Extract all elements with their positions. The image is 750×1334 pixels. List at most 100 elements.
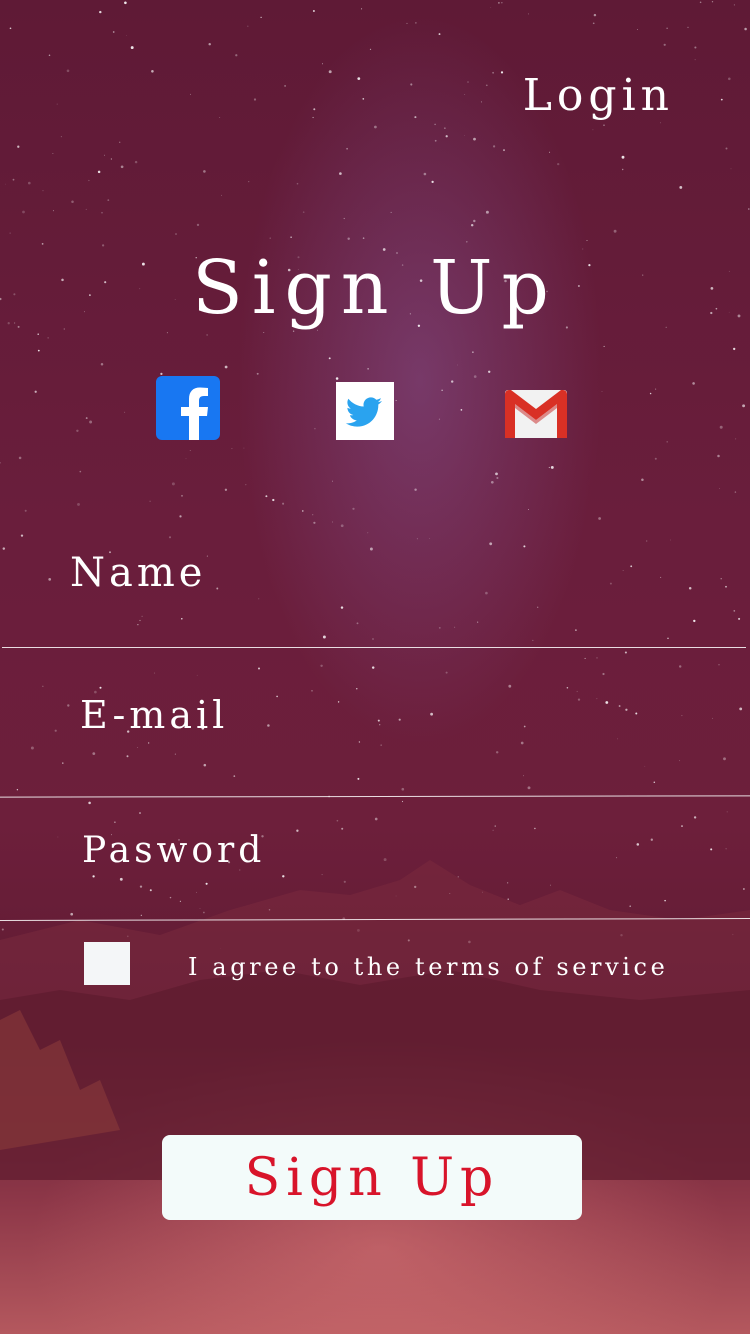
star: [314, 427, 316, 430]
star: [339, 172, 342, 175]
star: [434, 139, 437, 142]
star: [47, 337, 49, 339]
star: [480, 101, 482, 103]
star: [85, 417, 88, 420]
star: [130, 46, 134, 50]
star: [621, 168, 624, 171]
star: [335, 377, 339, 380]
star: [9, 232, 11, 234]
star: [56, 103, 58, 105]
star: [112, 31, 115, 33]
star: [445, 135, 448, 138]
terms-label: I agree to the terms of service: [188, 953, 669, 981]
star: [434, 123, 436, 126]
star: [166, 332, 168, 334]
star: [470, 223, 474, 227]
star: [395, 400, 397, 401]
star: [221, 194, 223, 196]
star: [224, 365, 228, 369]
star: [734, 491, 737, 493]
star: [490, 6, 492, 8]
star: [503, 149, 505, 152]
star: [414, 116, 417, 119]
twitter-button[interactable]: [336, 382, 394, 440]
star: [134, 160, 138, 164]
star: [733, 4, 735, 6]
star: [151, 70, 154, 73]
star: [37, 349, 40, 352]
star: [694, 46, 697, 49]
star: [104, 154, 105, 156]
star: [269, 237, 271, 239]
star: [586, 240, 588, 242]
name-label: Name: [70, 550, 207, 596]
signup-button[interactable]: Sign Up: [162, 1135, 582, 1220]
star: [450, 380, 454, 383]
login-link[interactable]: Login: [523, 70, 674, 121]
star: [77, 502, 80, 506]
star: [666, 27, 668, 29]
star: [85, 208, 87, 210]
star: [185, 458, 187, 460]
star: [719, 488, 720, 490]
star: [549, 151, 551, 153]
star: [527, 508, 529, 510]
star: [636, 29, 638, 30]
star: [110, 158, 113, 160]
star: [495, 472, 498, 476]
star: [312, 10, 315, 12]
star: [699, 1, 702, 4]
star: [149, 500, 151, 502]
star: [485, 210, 489, 214]
gmail-icon: [505, 390, 567, 438]
star: [730, 168, 732, 170]
star: [357, 77, 361, 80]
star: [52, 152, 54, 154]
star: [265, 495, 268, 498]
star: [282, 502, 285, 505]
star: [692, 382, 695, 385]
star: [472, 351, 474, 353]
star: [666, 441, 668, 443]
star: [245, 484, 247, 486]
star: [500, 71, 504, 74]
star: [52, 210, 54, 212]
star: [592, 129, 594, 131]
star: [328, 357, 331, 360]
star: [473, 375, 477, 378]
star: [465, 240, 468, 243]
star: [492, 71, 494, 74]
page-title: Sign Up: [192, 245, 558, 331]
star: [101, 211, 103, 214]
star: [313, 108, 316, 111]
star: [37, 333, 39, 335]
star: [231, 448, 233, 450]
star: [120, 165, 124, 169]
star: [473, 219, 476, 223]
facebook-button[interactable]: [156, 376, 220, 440]
star: [253, 98, 257, 101]
star: [247, 25, 249, 27]
star: [728, 77, 731, 81]
star: [369, 48, 372, 51]
facebook-icon: [156, 376, 220, 440]
star: [679, 185, 683, 189]
star: [603, 345, 605, 347]
star: [406, 22, 408, 24]
star: [498, 2, 500, 4]
star: [48, 54, 51, 57]
star: [441, 389, 443, 391]
password-label: Pasword: [82, 830, 266, 871]
star: [735, 438, 737, 440]
star: [256, 372, 259, 375]
email-label: E-mail: [80, 693, 229, 737]
star: [243, 447, 245, 449]
star: [663, 43, 666, 46]
terms-checkbox[interactable]: [84, 942, 130, 985]
gmail-button[interactable]: [505, 390, 567, 438]
star: [181, 494, 183, 497]
star: [17, 145, 20, 148]
star: [496, 476, 499, 480]
star: [343, 217, 345, 220]
star: [467, 81, 469, 83]
